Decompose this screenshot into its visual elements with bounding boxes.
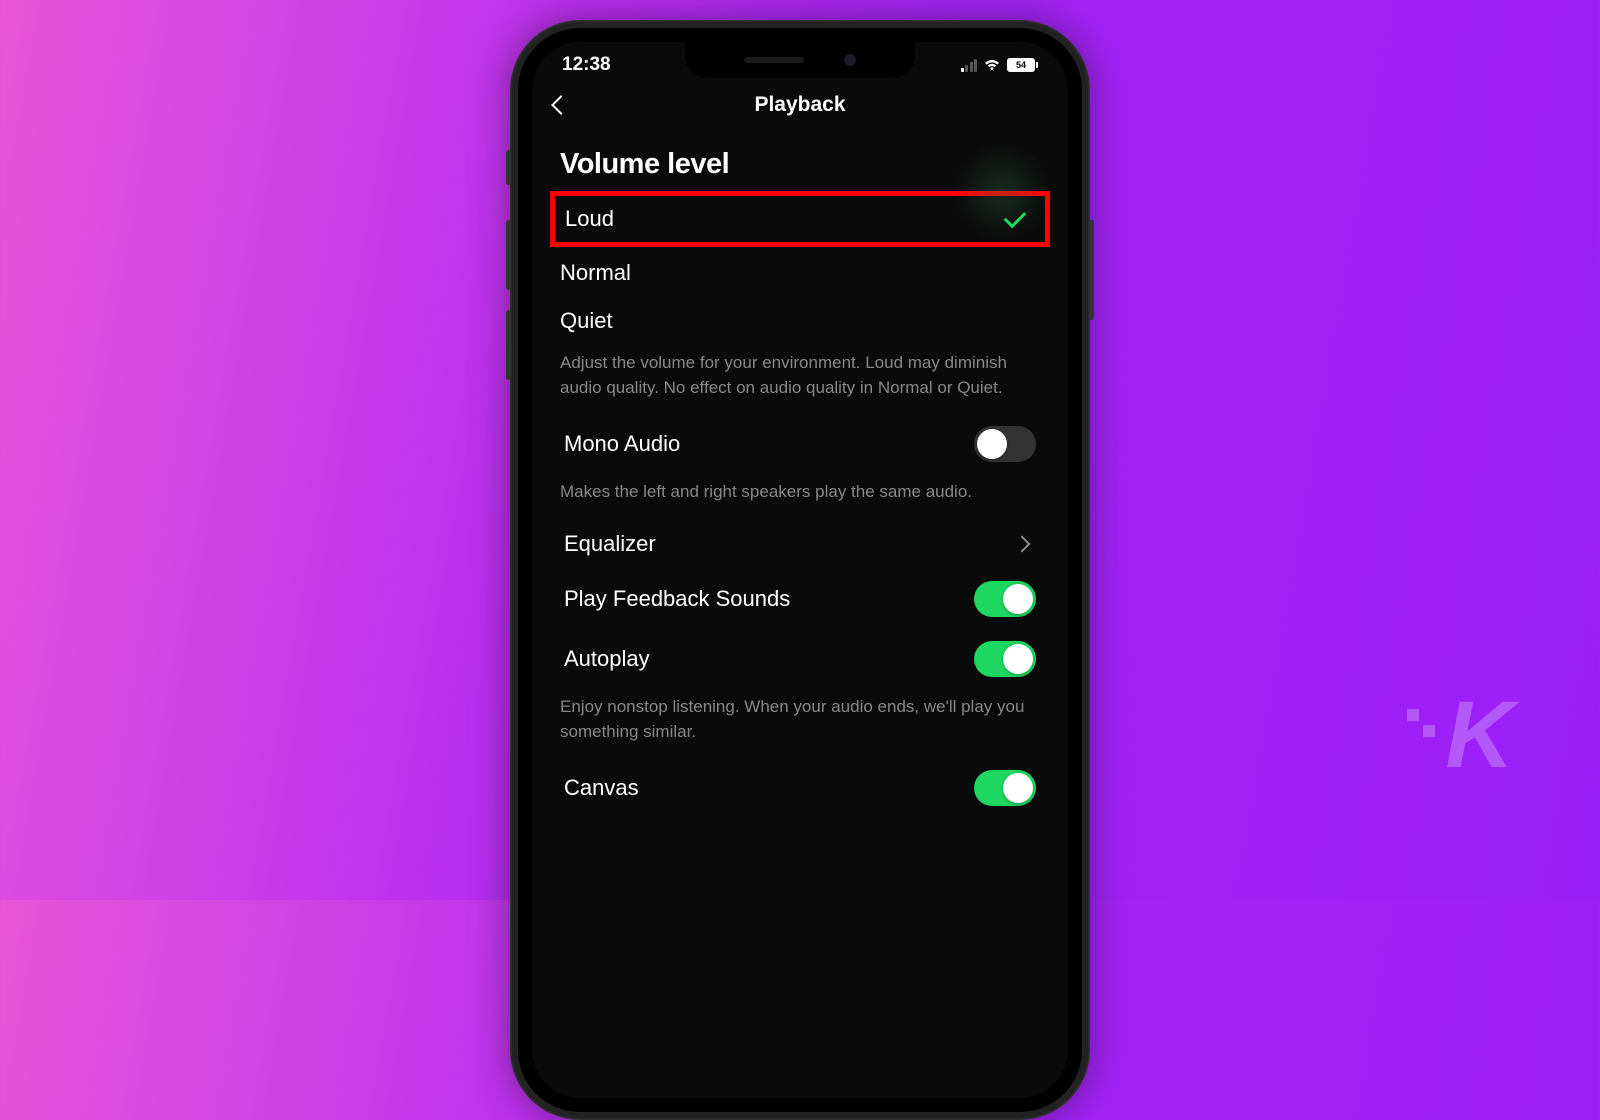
watermark-logo: K (1445, 681, 1510, 790)
mono-audio-toggle[interactable] (974, 426, 1036, 462)
mute-switch (506, 150, 511, 185)
volume-up-button (506, 220, 511, 290)
front-camera (844, 54, 856, 66)
volume-option-loud[interactable]: Loud (550, 191, 1050, 247)
volume-option-label: Loud (565, 206, 614, 232)
volume-down-button (506, 310, 511, 380)
volume-option-normal[interactable]: Normal (556, 249, 1044, 297)
checkmark-icon (1004, 205, 1027, 228)
equalizer-row[interactable]: Equalizer (556, 519, 1044, 569)
status-right: 54 (961, 58, 1039, 72)
volume-option-label: Normal (560, 260, 631, 286)
phone-frame: 12:38 54 Playback (510, 20, 1090, 1120)
toggle-knob (977, 429, 1007, 459)
phone-inner: 12:38 54 Playback (518, 28, 1082, 1112)
back-button[interactable] (551, 95, 571, 115)
wifi-icon (983, 58, 1001, 72)
battery-icon: 54 (1007, 58, 1038, 72)
play-feedback-toggle[interactable] (974, 581, 1036, 617)
page-title: Playback (754, 93, 845, 117)
canvas-label: Canvas (564, 775, 639, 801)
speaker (744, 57, 804, 63)
volume-option-label: Quiet (560, 308, 613, 334)
mono-audio-row: Mono Audio (556, 414, 1044, 474)
canvas-row: Canvas (556, 758, 1044, 818)
volume-description: Adjust the volume for your environment. … (560, 351, 1040, 400)
nav-header: Playback (532, 84, 1068, 130)
autoplay-row: Autoplay (556, 629, 1044, 689)
notch (685, 42, 915, 78)
mono-audio-label: Mono Audio (564, 431, 680, 457)
toggle-knob (1003, 773, 1033, 803)
chevron-right-icon (1014, 535, 1031, 552)
toggle-knob (1003, 584, 1033, 614)
content: Volume level Loud Normal Quiet Adjust th… (532, 130, 1068, 822)
autoplay-description: Enjoy nonstop listening. When your audio… (560, 695, 1040, 744)
power-button (1089, 220, 1094, 320)
autoplay-toggle[interactable] (974, 641, 1036, 677)
volume-section-title: Volume level (560, 148, 1040, 181)
play-feedback-row: Play Feedback Sounds (556, 569, 1044, 629)
volume-option-quiet[interactable]: Quiet (556, 297, 1044, 345)
screen: 12:38 54 Playback (532, 42, 1068, 1098)
canvas-toggle[interactable] (974, 770, 1036, 806)
autoplay-label: Autoplay (564, 646, 650, 672)
play-feedback-label: Play Feedback Sounds (564, 586, 790, 612)
equalizer-label: Equalizer (564, 531, 656, 557)
status-time: 12:38 (562, 54, 611, 76)
mono-audio-description: Makes the left and right speakers play t… (560, 480, 1040, 505)
toggle-knob (1003, 644, 1033, 674)
cellular-signal-icon (961, 59, 978, 72)
